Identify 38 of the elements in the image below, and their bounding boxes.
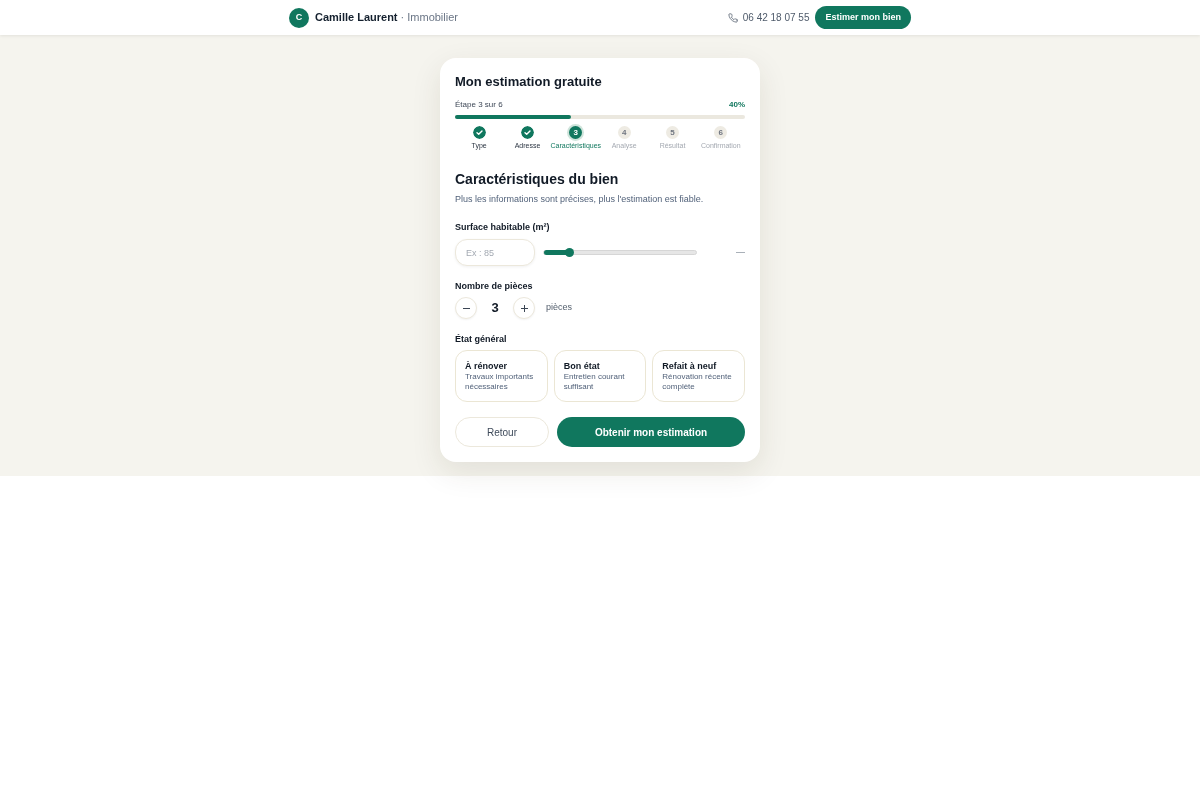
surface-input[interactable]: Ex : 85: [455, 239, 535, 266]
card-title: Mon estimation gratuite: [455, 74, 603, 90]
brand-name: Camille Laurent: [315, 10, 398, 26]
increase-button[interactable]: [513, 297, 535, 319]
back-button[interactable]: Retour: [455, 417, 549, 447]
slider-thumb[interactable]: [565, 248, 575, 257]
minus-icon: [462, 307, 470, 309]
slider-track[interactable]: [543, 250, 697, 255]
step-number: 3: [569, 126, 583, 139]
condition-option[interactable]: À rénover Travaux importants nécessaires: [455, 350, 548, 402]
rooms-count: 3: [490, 299, 500, 318]
condition-option[interactable]: Bon état Entretien courant suffisant: [553, 350, 647, 402]
brand-tagline: · Immobilier: [400, 10, 458, 26]
option-title: Bon état: [563, 360, 600, 372]
logo[interactable]: C: [289, 7, 309, 28]
phone-icon: [727, 12, 738, 23]
option-title: Refait à neuf: [662, 360, 717, 372]
surface-value: —: [736, 245, 745, 259]
option-description: Entretien courant suffisant: [563, 372, 626, 392]
field-label: Nombre de pièces: [455, 280, 534, 292]
option-description: Travaux importants nécessaires: [465, 372, 535, 392]
field-label: Surface habitable (m²): [455, 221, 551, 233]
progress-percent: 40%: [729, 99, 745, 111]
option-description: Rénovation récente complète: [662, 372, 733, 392]
condition-option[interactable]: Refait à neuf Rénovation récente complète: [652, 350, 745, 402]
option-title: À rénover: [465, 360, 508, 372]
field-label: État général: [455, 333, 508, 345]
step-counter: Étape 3 sur 6: [455, 99, 503, 111]
submit-button[interactable]: Obtenir mon estimation: [557, 417, 745, 447]
step-number: 5: [666, 126, 679, 139]
section-title: Caractéristiques du bien: [455, 170, 620, 188]
section-subtitle: Plus les informations sont précises, plus l'estimation est fiable.: [455, 193, 705, 205]
estimate-button[interactable]: Estimer mon bien: [815, 6, 911, 29]
rooms-unit: pièces: [546, 301, 572, 315]
phone-number[interactable]: 06 42 18 07 55: [742, 10, 810, 25]
step-number: 4: [617, 126, 631, 139]
plus-icon: [520, 304, 528, 312]
step-number: 6: [714, 126, 728, 139]
